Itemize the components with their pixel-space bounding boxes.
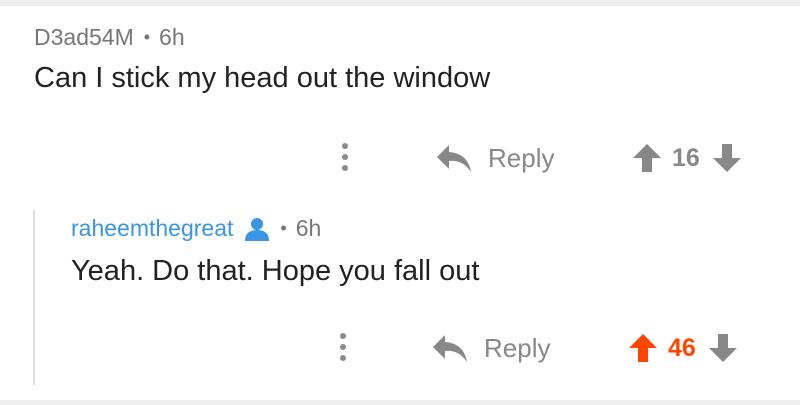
parent-comment-meta: D3ad54M • 6h: [34, 24, 185, 51]
bottom-divider: [0, 400, 800, 405]
meta-separator: •: [280, 218, 287, 238]
thread-indent-line: [33, 210, 35, 385]
child-author[interactable]: raheemthegreat: [71, 215, 233, 242]
parent-timestamp: 6h: [159, 24, 185, 50]
upvote-arrow-icon[interactable]: [628, 333, 658, 363]
downvote-arrow-icon[interactable]: [708, 333, 738, 363]
reply-arrow-icon: [433, 334, 467, 362]
more-vertical-icon[interactable]: [339, 333, 347, 367]
user-icon: [245, 217, 270, 241]
child-score: 46: [668, 333, 696, 362]
downvote-arrow-icon[interactable]: [712, 143, 742, 173]
reply-arrow-icon: [437, 144, 471, 172]
parent-author[interactable]: D3ad54M: [34, 24, 134, 51]
parent-vote-controls: 16: [632, 143, 742, 173]
child-comment-body: Yeah. Do that. Hope you fall out: [71, 255, 480, 287]
parent-reply-button[interactable]: Reply: [436, 143, 554, 174]
reply-label: Reply: [488, 143, 555, 173]
meta-separator: •: [143, 27, 151, 47]
more-vertical-icon[interactable]: [341, 143, 349, 177]
child-vote-controls: 46: [628, 333, 738, 363]
parent-comment-body: Can I stick my head out the window: [34, 62, 491, 94]
upvote-arrow-icon[interactable]: [632, 143, 662, 173]
child-comment-meta: raheemthegreat • 6h: [71, 215, 321, 242]
child-reply-button[interactable]: Reply: [432, 333, 550, 364]
top-divider: [0, 0, 800, 6]
parent-score: 16: [672, 143, 700, 172]
child-timestamp: 6h: [295, 215, 322, 241]
reply-label: Reply: [484, 333, 551, 363]
